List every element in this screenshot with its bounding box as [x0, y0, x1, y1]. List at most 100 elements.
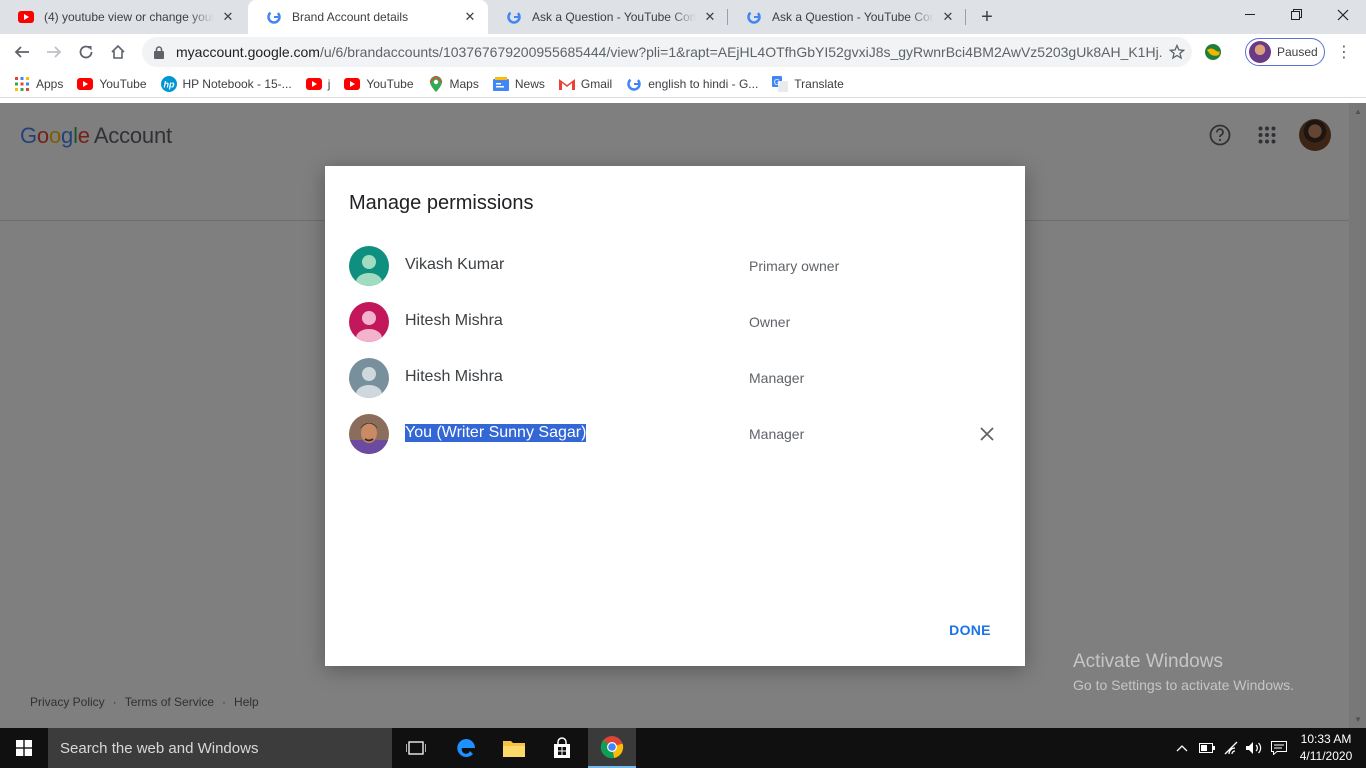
- tab-separator: [965, 9, 966, 25]
- news-icon: [492, 76, 509, 92]
- user-photo-avatar: [349, 414, 389, 454]
- action-center-icon[interactable]: [1268, 728, 1290, 768]
- bookmark-gmail[interactable]: Gmail: [558, 76, 613, 92]
- bookmark-label: YouTube: [366, 76, 414, 91]
- url-path: /u/6/brandaccounts/103767679200955685444…: [319, 44, 1162, 60]
- bookmark-label: Translate: [794, 76, 844, 91]
- gmail-icon: [558, 76, 575, 92]
- bookmark-label: english to hindi - G...: [648, 76, 759, 91]
- member-role: Owner: [749, 314, 791, 330]
- home-icon[interactable]: [104, 38, 132, 66]
- google-favicon-icon: [506, 9, 522, 25]
- member-name: Hitesh Mishra: [405, 368, 503, 385]
- restore-icon[interactable]: [1274, 0, 1320, 30]
- tab-title: Brand Account details: [292, 10, 409, 24]
- more-menu-icon[interactable]: ⋮: [1336, 42, 1352, 62]
- bookmark-label: YouTube: [99, 76, 147, 91]
- browser-toolbar: myaccount.google.com/u/6/brandaccounts/1…: [0, 34, 1366, 70]
- remove-member-close-icon[interactable]: [975, 422, 999, 446]
- close-window-icon[interactable]: [1320, 0, 1366, 30]
- user-avatar-icon: [349, 358, 389, 398]
- url-text[interactable]: myaccount.google.com/u/6/brandaccounts/1…: [176, 44, 1162, 60]
- youtube-icon: [77, 76, 94, 92]
- bookmarks-bar: Apps YouTube hp HP Notebook - 15-... j Y…: [0, 70, 1366, 98]
- bookmark-news[interactable]: News: [492, 76, 545, 92]
- wifi-icon[interactable]: [1220, 728, 1242, 768]
- forward-arrow-icon[interactable]: [40, 38, 68, 66]
- youtube-icon: [344, 76, 361, 92]
- bookmark-maps[interactable]: Maps: [428, 75, 479, 92]
- bookmark-label: HP Notebook - 15-...: [182, 76, 292, 91]
- done-button[interactable]: DONE: [939, 618, 1001, 642]
- svg-text:G: G: [774, 78, 780, 87]
- watermark-subtitle: Go to Settings to activate Windows.: [1073, 677, 1294, 693]
- bookmark-apps[interactable]: Apps: [14, 76, 63, 92]
- member-name: Vikash Kumar: [405, 256, 505, 273]
- maps-icon: [428, 75, 444, 92]
- bookmark-label: Maps: [449, 76, 479, 91]
- permission-row: Vikash Kumar Primary owner: [349, 246, 1001, 286]
- bookmark-label: Apps: [36, 76, 64, 91]
- close-icon[interactable]: ✕: [702, 9, 718, 25]
- member-role: Manager: [749, 370, 805, 386]
- store-icon[interactable]: [538, 728, 586, 768]
- user-avatar-icon: [349, 246, 389, 286]
- tab-brand-account[interactable]: Brand Account details ✕: [248, 0, 488, 34]
- bookmark-star-icon[interactable]: [1162, 44, 1192, 60]
- minimize-icon[interactable]: [1228, 0, 1274, 30]
- translate-icon: G: [772, 75, 789, 92]
- tray-chevron-up-icon[interactable]: [1172, 728, 1192, 768]
- reload-icon[interactable]: [72, 38, 100, 66]
- windows-start-icon[interactable]: [0, 728, 48, 768]
- chrome-icon[interactable]: [588, 728, 636, 768]
- dialog-title: Manage permissions: [349, 192, 534, 214]
- back-arrow-icon[interactable]: [8, 38, 36, 66]
- bookmark-youtube[interactable]: YouTube: [77, 76, 147, 92]
- manage-permissions-dialog: Manage permissions Vikash Kumar Primary …: [325, 166, 1025, 666]
- lock-icon[interactable]: [154, 45, 168, 59]
- apps-grid-icon: [14, 76, 30, 92]
- bookmark-label: j: [327, 76, 331, 91]
- tab-title: (4) youtube view or change your: [44, 10, 214, 24]
- bookmark-j[interactable]: j: [305, 76, 331, 92]
- windows-taskbar: Search the web and Windows 10:33 AM 4/11…: [0, 728, 1366, 768]
- url-host: myaccount.google.com: [176, 44, 320, 60]
- taskbar-search-input[interactable]: Search the web and Windows: [48, 728, 392, 768]
- bookmark-label: Gmail: [580, 76, 613, 91]
- permission-row: Hitesh Mishra Owner: [349, 302, 1001, 342]
- task-view-icon[interactable]: [392, 728, 440, 768]
- close-icon[interactable]: ✕: [220, 9, 236, 25]
- tab-ask-question-1[interactable]: Ask a Question - YouTube Comm ✕: [488, 0, 728, 34]
- permission-row: You (Writer Sunny Sagar) Manager: [349, 414, 1001, 454]
- close-icon[interactable]: ✕: [462, 9, 478, 25]
- member-role: Primary owner: [749, 258, 840, 274]
- new-tab-plus-icon[interactable]: +: [976, 6, 998, 28]
- bookmark-english-to-hindi[interactable]: english to hindi - G...: [626, 76, 758, 92]
- tab-title: Ask a Question - YouTube Comm: [532, 10, 696, 24]
- svg-text:hp: hp: [163, 79, 174, 89]
- activate-windows-watermark: Activate Windows Go to Settings to activ…: [1073, 651, 1294, 693]
- youtube-favicon-icon: [18, 9, 34, 25]
- bookmark-hp-notebook[interactable]: hp HP Notebook - 15-...: [160, 75, 292, 92]
- tab-strip: (4) youtube view or change your ✕ Brand …: [0, 0, 1366, 34]
- edge-browser-icon[interactable]: [442, 728, 490, 768]
- close-icon[interactable]: ✕: [940, 9, 956, 25]
- tab-youtube[interactable]: (4) youtube view or change your ✕: [0, 0, 246, 34]
- google-favicon-icon: [266, 9, 282, 25]
- google-favicon-icon: [746, 9, 762, 25]
- battery-icon[interactable]: [1196, 728, 1218, 768]
- profile-paused-button[interactable]: Paused: [1245, 38, 1325, 66]
- volume-icon[interactable]: [1243, 728, 1265, 768]
- tab-ask-question-2[interactable]: Ask a Question - YouTube Comm ✕: [728, 0, 966, 34]
- google-icon: [626, 76, 642, 92]
- file-explorer-icon[interactable]: [490, 728, 538, 768]
- bookmark-translate[interactable]: G Translate: [772, 75, 844, 92]
- address-bar[interactable]: myaccount.google.com/u/6/brandaccounts/1…: [142, 37, 1192, 67]
- clock-date: 4/11/2020: [1299, 749, 1353, 763]
- tab-title: Ask a Question - YouTube Comm: [772, 10, 934, 24]
- bookmark-youtube-2[interactable]: YouTube: [344, 76, 414, 92]
- taskbar-clock[interactable]: 10:33 AM 4/11/2020: [1296, 731, 1356, 765]
- permission-row: Hitesh Mishra Manager: [349, 358, 1001, 398]
- member-role: Manager: [749, 426, 805, 442]
- extension-globe-icon[interactable]: [1203, 42, 1223, 62]
